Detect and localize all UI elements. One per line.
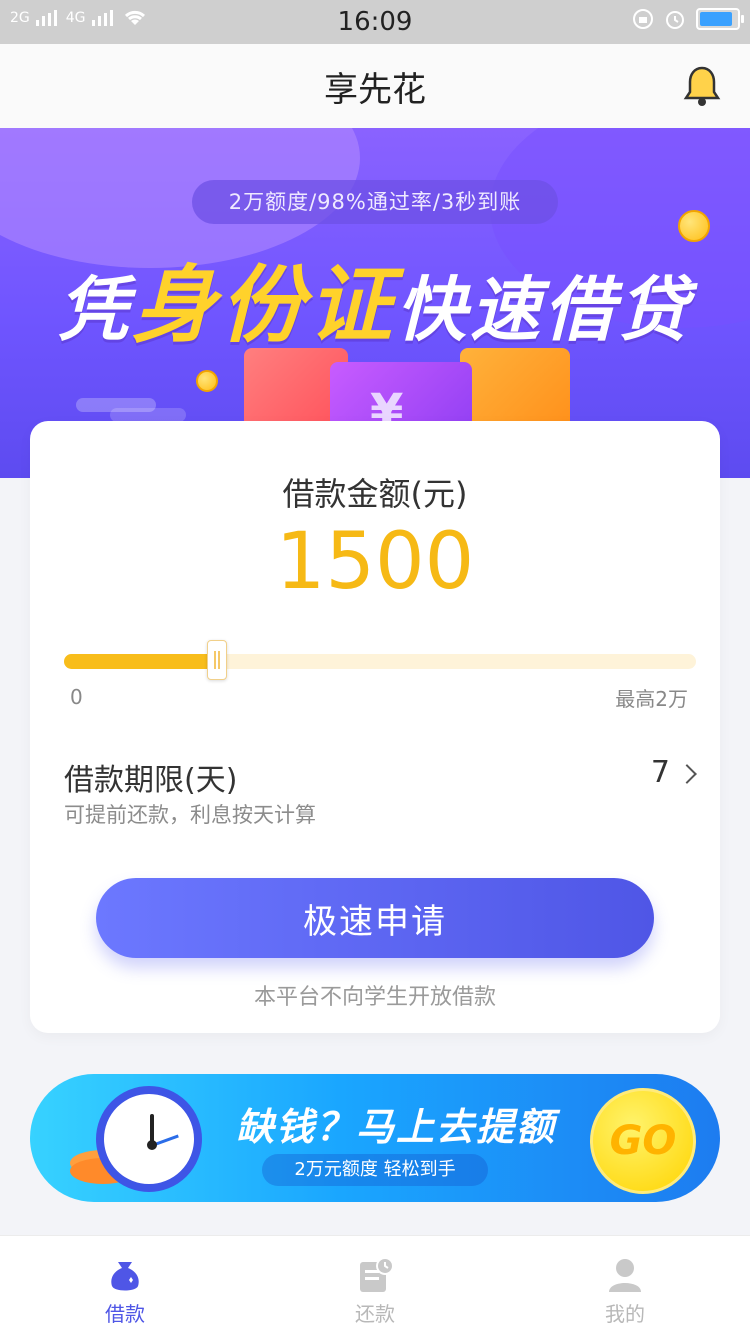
amount-slider[interactable]	[64, 640, 696, 680]
chevron-right-icon	[677, 763, 697, 784]
term-subtitle: 可提前还款，利息按天计算	[64, 803, 316, 827]
apply-button[interactable]: 极速申请	[96, 878, 654, 958]
loan-card: 借款金额(元) 1500 0 最高2万 借款期限(天) 可提前还款，利息按天计算…	[30, 421, 720, 1033]
money-bag-icon	[111, 1262, 139, 1291]
slider-min-label: 0	[70, 685, 83, 709]
tab-repay[interactable]: 还款	[250, 1236, 500, 1335]
promo-title: 缺钱？马上去提额	[236, 1105, 557, 1149]
tab-borrow-label: 借款	[105, 1302, 145, 1326]
promo-banner[interactable]: 缺钱？马上去提额 2万元额度 轻松到手 GO	[30, 1074, 720, 1202]
headline-end: 快速借贷	[396, 269, 692, 351]
slider-handle[interactable]	[206, 640, 227, 680]
banner-pill: 2万额度/98%通过率/3秒到账	[192, 180, 558, 224]
clock-icon	[96, 1086, 202, 1192]
banner-headline: 凭身份证快速借贷	[0, 238, 750, 359]
user-icon	[609, 1259, 641, 1292]
student-notice: 本平台不向学生开放借款	[253, 985, 496, 1010]
tab-mine-label: 我的	[605, 1302, 645, 1326]
term-title: 借款期限(天)	[64, 763, 238, 798]
coin-icon-small	[196, 370, 218, 392]
amount-value: 1500	[275, 517, 475, 607]
slider-fill	[64, 654, 216, 669]
status-right-icons	[632, 8, 744, 30]
tab-borrow[interactable]: 借款	[0, 1236, 250, 1335]
status-bar: 2G 4G 16:09	[0, 0, 750, 44]
rotation-lock-icon	[633, 9, 653, 29]
battery-icon	[696, 8, 744, 30]
promo-subtitle: 2万元额度 轻松到手	[262, 1154, 488, 1186]
tab-repay-label: 还款	[355, 1302, 395, 1326]
headline-start: 凭	[57, 269, 132, 351]
term-selector[interactable]: 7	[650, 755, 697, 790]
bell-icon[interactable]	[682, 64, 722, 108]
headline-highlight: 身份证	[131, 256, 396, 354]
bill-icon	[360, 1257, 394, 1292]
cloud-decoration-2	[110, 408, 186, 422]
coin-icon	[678, 210, 710, 242]
amount-label: 借款金额(元)	[282, 475, 468, 513]
tab-mine[interactable]: 我的	[500, 1236, 750, 1335]
page-title: 享先花	[324, 70, 426, 110]
nav-bar: 享先花	[0, 44, 750, 129]
alarm-icon	[666, 11, 684, 29]
term-value: 7	[650, 755, 670, 790]
slider-max-label: 最高2万	[615, 687, 688, 711]
go-button[interactable]: GO	[590, 1088, 696, 1194]
tab-bar: 借款 还款 我的	[0, 1235, 750, 1335]
